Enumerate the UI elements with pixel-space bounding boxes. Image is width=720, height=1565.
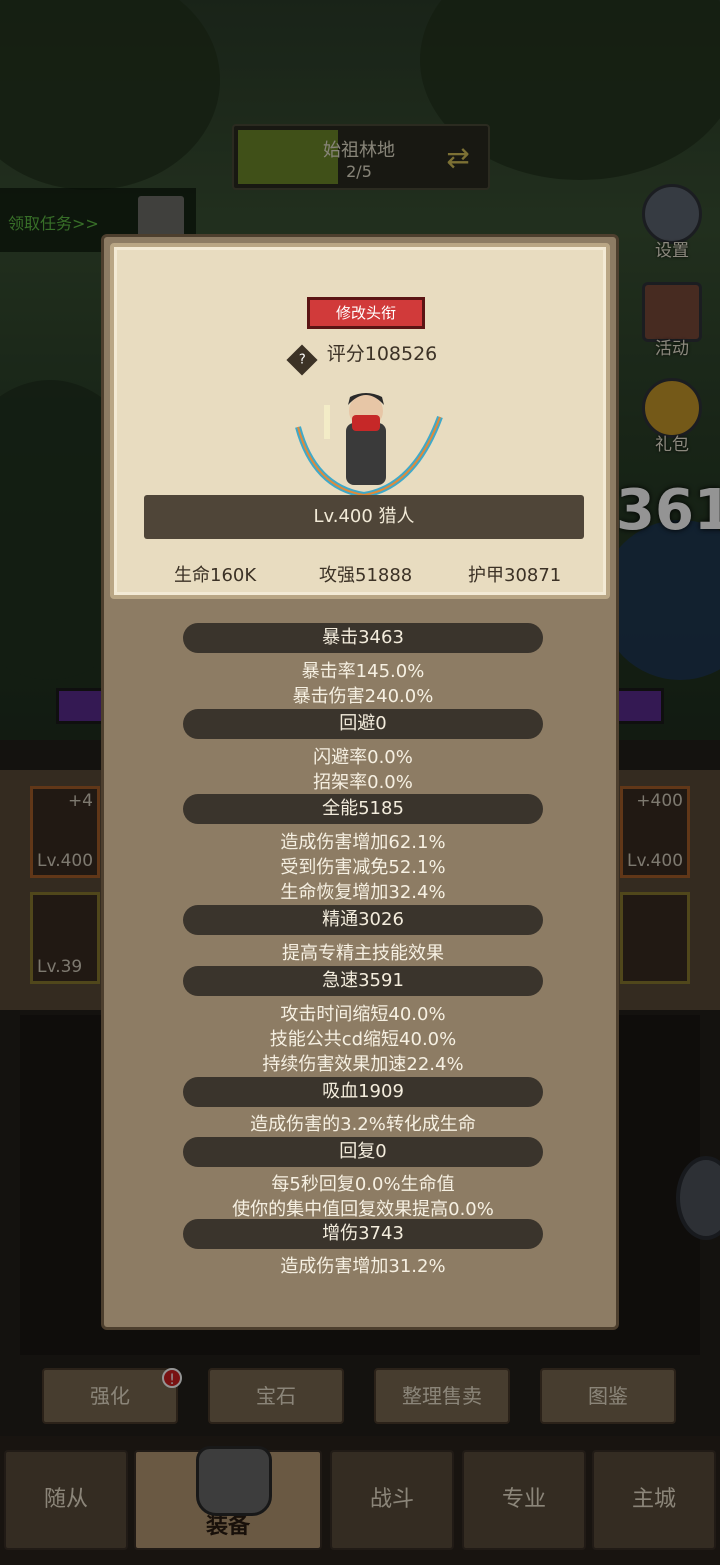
stat-line: 持续伤害效果加速22.4% [262,1054,464,1075]
level-class-bar: Lv.400 猎人 [144,495,584,539]
stat-header-haste: 急速3591 [183,966,543,996]
score-row: ? 评分108526 [114,339,614,376]
stat-header-versatility: 全能5185 [183,794,543,824]
armor-stat: 护甲30871 [468,565,562,586]
character-card: 修改头衔 ? 评分108526 Lv.400 猎人 生命160K 攻强51888 … [110,243,610,599]
help-icon[interactable]: ? [286,344,318,376]
stat-line: 造成伤害的3.2%转化成生命 [250,1114,476,1135]
stat-line: 技能公共cd缩短40.0% [269,1029,457,1050]
hunter-portrait [295,393,443,499]
stat-line: 闪避率0.0% [313,747,413,768]
stat-line: 攻击时间缩短40.0% [280,1004,446,1025]
stat-line: 每5秒回复0.0%生命值 [271,1174,455,1195]
stat-header-damage-bonus: 增伤3743 [183,1219,543,1249]
stat-line: 受到伤害减免52.1% [280,857,446,878]
stat-line: 暴击率145.0% [301,661,425,682]
stat-header-leech: 吸血1909 [183,1077,543,1107]
stat-header-regen: 回复0 [183,1137,543,1167]
score-value: 评分108526 [326,343,438,365]
stat-line: 造成伤害增加62.1% [280,832,446,853]
stat-line: 暴击伤害240.0% [292,686,434,707]
stat-line: 使你的集中值回复效果提高0.0% [232,1199,494,1220]
attack-stat: 攻强51888 [319,565,413,586]
stat-line: 生命恢复增加32.4% [280,882,446,903]
stat-header-avoidance: 回避0 [183,709,543,739]
character-stats-modal: 修改头衔 ? 评分108526 Lv.400 猎人 生命160K 攻强51888 … [101,234,619,1330]
stat-line: 招架率0.0% [313,772,413,793]
stat-header-crit: 暴击3463 [183,623,543,653]
stat-line: 造成伤害增加31.2% [280,1256,446,1277]
hp-stat: 生命160K [174,565,257,586]
stat-header-mastery: 精通3026 [183,905,543,935]
stat-line: 提高专精主技能效果 [282,943,444,964]
edit-title-button[interactable]: 修改头衔 [307,297,425,329]
